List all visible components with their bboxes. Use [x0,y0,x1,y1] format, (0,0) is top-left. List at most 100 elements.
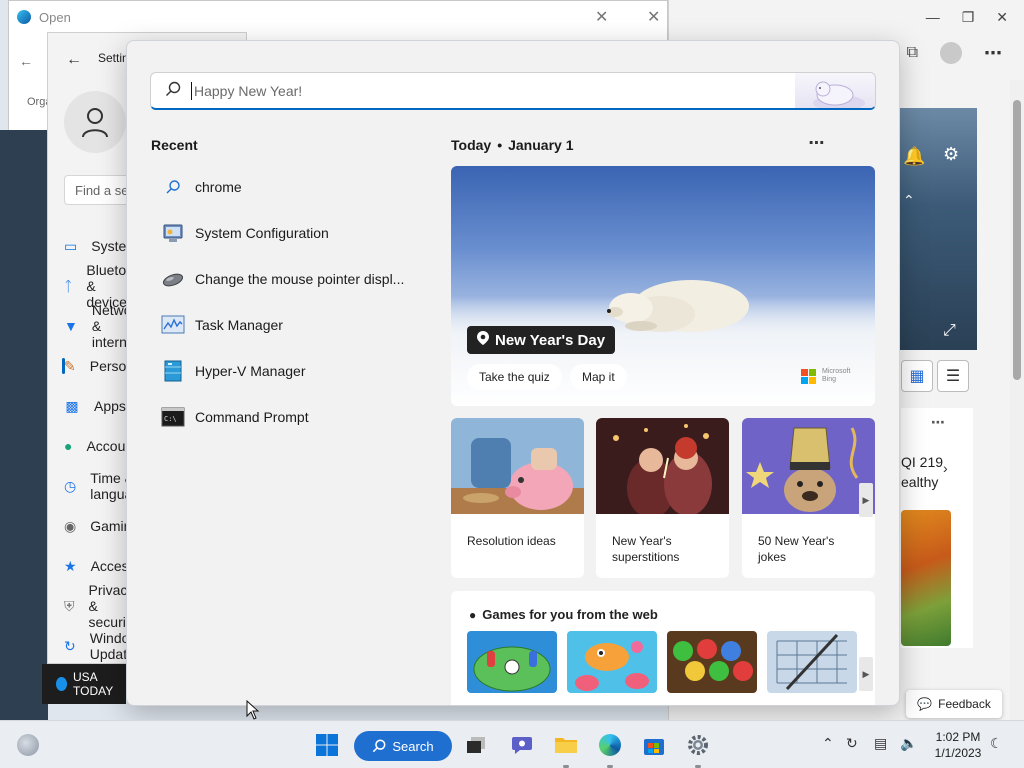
hero-card[interactable]: New Year's Day Take the quiz Map it Micr… [451,166,875,406]
settings-back-icon[interactable]: ← [66,51,82,69]
chat-icon[interactable] [508,731,536,759]
nav-item-windows-update[interactable]: ↻ Windows Update [64,629,147,663]
dialog-close-icon-2[interactable]: ✕ [647,7,660,27]
settings-gear-icon[interactable] [684,731,712,759]
network-icon[interactable]: ▤ [874,735,887,752]
minimize-icon[interactable]: — [926,9,940,25]
notification-bell-icon[interactable]: 🔔 [903,146,925,167]
nav-item-privacy[interactable]: ⛨ Privacy & security [64,582,137,630]
hero-title-badge[interactable]: New Year's Day [467,326,616,354]
nav-item-accessibility[interactable]: ★Accessibility [64,549,167,583]
feedback-button[interactable]: 💬 Feedback [906,690,1002,718]
piggy-bank-image [451,418,584,514]
chevron-up-icon[interactable]: ⌃ [822,735,834,752]
nav-item-time[interactable]: ◷ Time & language [64,469,148,503]
volume-icon[interactable]: 🔈 [900,735,917,752]
edge-browser-icon[interactable] [596,731,624,759]
microsoft-store-icon[interactable] [640,731,668,759]
search-icon [165,81,183,100]
tiles-next-icon[interactable]: ▶ [859,483,873,517]
nav-item-network[interactable]: ▼ Network & internet [64,302,143,350]
nav-item-personalization[interactable]: ✎Personalization [62,349,185,383]
recent-item-chrome[interactable]: chrome [151,167,415,207]
games-section: ● Games for you from the web ▶ [451,591,875,705]
edge-icon [17,10,31,24]
weather-widget-icon[interactable] [14,731,42,759]
recent-item-label: System Configuration [195,225,329,241]
chevron-up-icon[interactable]: ⌃ [903,192,915,209]
user-avatar[interactable] [64,91,126,153]
tile-caption: 50 New Year's jokes [758,534,835,564]
task-view-icon[interactable] [462,731,490,759]
game-tile-soccer[interactable] [467,631,557,693]
game-tile-fish[interactable] [567,631,657,693]
dialog-close-icon[interactable]: ✕ [595,7,608,27]
profile-avatar-icon[interactable] [940,42,962,64]
grid-view-icon[interactable]: ▦ [901,360,933,392]
bing-logo: Microsoft Bing [801,368,854,384]
search-box[interactable] [150,72,876,110]
recent-item-label: Change the mouse pointer displ... [195,271,405,287]
nav-item-accounts[interactable]: ● Accounts [64,429,144,463]
game-tile-crossword[interactable] [767,631,857,693]
card-line-2: ealthy [901,474,939,490]
restore-icon[interactable]: ❐ [962,9,975,26]
taskbar: Search ⌃ ↻ ▤ 🔈 1:02 PM 1/1/2023 ☾ [0,720,1024,768]
search-icon [161,175,185,199]
file-explorer-icon[interactable] [552,731,580,759]
nav-item-bluetooth[interactable]: ᛏ Bluetooth & devices [64,262,146,310]
list-view-icon[interactable]: ☰ [937,360,969,392]
tile-jokes[interactable]: 50 New Year's jokes [742,418,875,578]
recent-item-system-configuration[interactable]: System Configuration [151,213,415,253]
search-icon [373,739,386,753]
svg-text:C:\: C:\ [164,415,177,423]
bing-brand-text: Microsoft Bing [822,368,851,383]
tile-resolution-ideas[interactable]: Resolution ideas [451,418,584,578]
search-input[interactable] [194,82,754,99]
update-icon: ↻ [64,637,76,654]
taskbar-clock[interactable]: 1:02 PM 1/1/2023 [928,729,988,761]
scrollbar-thumb[interactable] [1013,100,1021,380]
search-flyout: Recent chrome System Configuration Chang… [126,40,900,706]
news-strip-label: USA TODAY [73,670,114,698]
feedback-icon: 💬 [917,697,933,711]
collections-icon[interactable]: ⧉ [907,44,918,62]
account-icon: ● [64,438,73,454]
close-icon[interactable]: ✕ [996,9,1008,26]
clock-icon: ◷ [64,477,77,494]
settings-gear-icon[interactable]: ⚙ [943,144,959,165]
more-options-icon[interactable]: ⋯ [805,133,829,155]
notifications-icon[interactable]: ☾ [990,735,1003,752]
recent-item-task-manager[interactable]: Task Manager [151,305,415,345]
game-tile-bubbles[interactable] [667,631,757,693]
map-it-button[interactable]: Map it [570,364,627,390]
recent-item-mouse-pointer[interactable]: Change the mouse pointer displ... [151,259,415,299]
card-more-icon[interactable]: ⋯ [931,414,945,431]
couple-sparklers-image [596,418,729,518]
recent-item-label: Hyper-V Manager [195,363,306,379]
nav-item-gaming[interactable]: ◉ Gaming [64,509,139,543]
microsoft-logo-icon [801,368,816,384]
system-icon: ▭ [64,237,78,254]
news-strip[interactable]: USA TODAY [42,664,126,704]
games-next-icon[interactable]: ▶ [859,657,873,691]
mouse-cursor-icon [246,700,260,720]
sync-icon[interactable]: ↻ [846,735,858,752]
expand-icon[interactable]: ⤢ [943,322,956,340]
settings-search-input[interactable]: Find a setting [64,175,134,205]
nav-item-system[interactable]: ▭ System [64,229,138,263]
nav-item-apps[interactable]: ▩ Apps [64,389,134,423]
windows-start-icon[interactable] [313,731,341,759]
hero-title: New Year's Day [495,331,606,349]
taskbar-search-button[interactable]: Search [354,731,452,761]
recent-item-command-prompt[interactable]: C:\ Command Prompt [151,397,415,437]
take-quiz-button[interactable]: Take the quiz [467,364,562,390]
date-label: January 1 [508,137,574,153]
recent-item-hyper-v[interactable]: Hyper-V Manager [151,351,415,391]
chevron-right-icon[interactable]: › [943,460,948,476]
back-arrow-icon[interactable]: ← [19,53,33,69]
tile-superstitions[interactable]: New Year's superstitions [596,418,729,578]
more-options-icon[interactable]: ⋯ [984,43,1002,64]
dog-party-hat-image [742,418,875,514]
browser-scrollbar[interactable] [1010,80,1024,720]
